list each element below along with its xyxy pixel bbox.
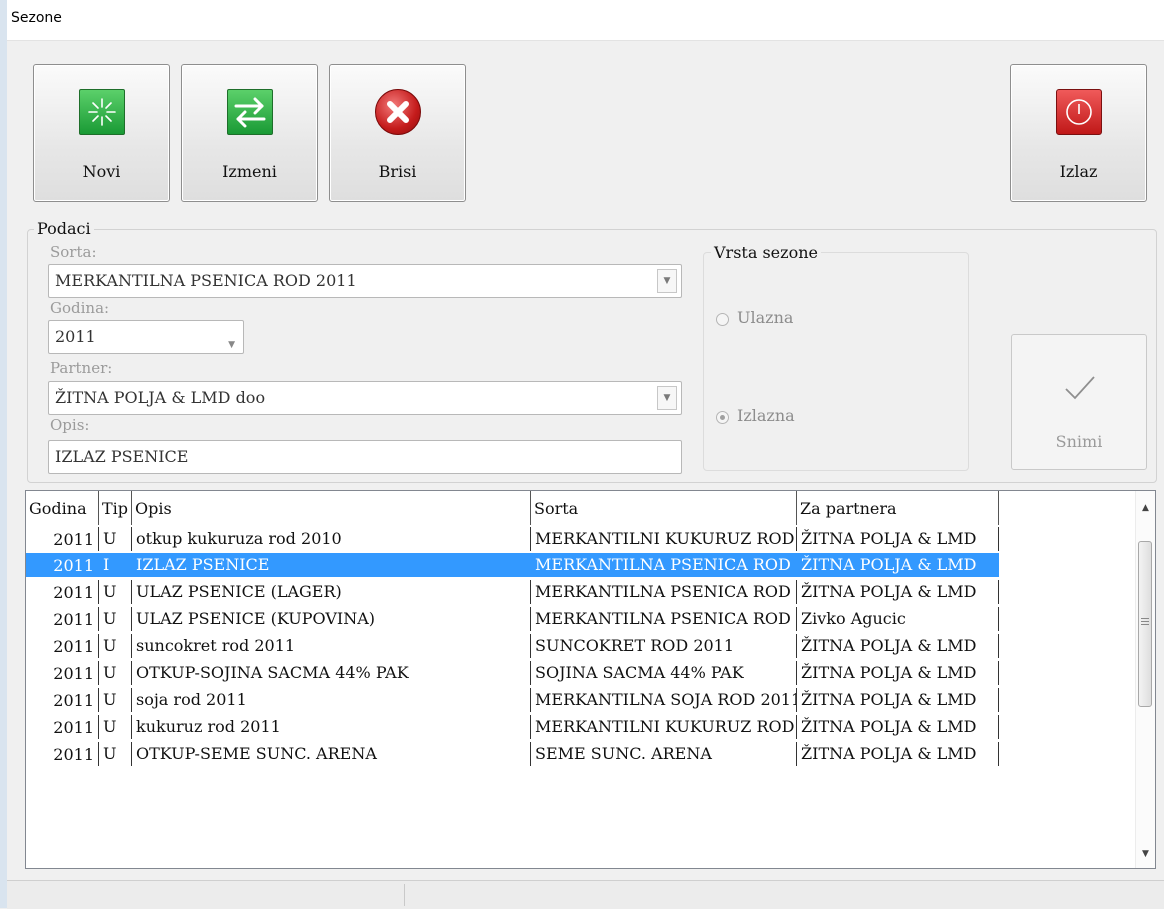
sezone-grid[interactable]: Godina Tip Opis Sorta Za partnera 2011 U… <box>25 490 1156 869</box>
izlazna-radio[interactable] <box>716 411 729 424</box>
cell-sorta: SUNCOKRET ROD 2011 <box>531 634 797 658</box>
chevron-down-icon[interactable]: ▼ <box>228 329 235 361</box>
cell-za-partnera: ŽITNA POLJA & LMD <box>797 634 999 658</box>
izmeni-button[interactable]: Izmeni <box>181 64 318 202</box>
cell-godina: 2011 <box>26 607 99 631</box>
cell-za-partnera: ŽITNA POLJA & LMD <box>797 661 999 685</box>
power-exit-icon <box>1055 89 1102 135</box>
cell-za-partnera: ŽITNA POLJA & LMD <box>797 580 999 604</box>
izlaz-button[interactable]: Izlaz <box>1010 64 1147 202</box>
opis-label: Opis: <box>50 416 90 434</box>
izmeni-label: Izmeni <box>222 162 277 181</box>
cell-godina: 2011 <box>26 661 99 685</box>
checkmark-icon <box>1065 376 1095 400</box>
cell-za-partnera: Zivko Agucic <box>797 607 999 631</box>
opis-value: IZLAZ PSENICE <box>55 447 189 466</box>
cell-godina: 2011 <box>26 715 99 739</box>
cell-tip: U <box>99 688 132 712</box>
scroll-up-icon[interactable]: ▲ <box>1136 503 1155 513</box>
status-divider <box>404 884 405 906</box>
cell-sorta: SEME SUNC. ARENA <box>531 742 797 766</box>
sorta-dropdown[interactable]: MERKANTILNA PSENICA ROD 2011 ▼ <box>48 264 682 298</box>
brisi-label: Brisi <box>378 162 417 181</box>
ulazna-label: Ulazna <box>737 308 794 327</box>
brisi-button[interactable]: Brisi <box>329 64 466 202</box>
cell-opis: OTKUP-SOJINA SACMA 44% PAK <box>132 661 531 685</box>
novi-button[interactable]: Novi <box>33 64 170 202</box>
cell-za-partnera: ŽITNA POLJA & LMD <box>797 688 999 712</box>
cell-tip: U <box>99 527 132 551</box>
novi-label: Novi <box>82 162 121 181</box>
partner-label: Partner: <box>50 359 113 377</box>
godina-value: 2011 <box>55 327 96 346</box>
cell-opis: suncokret rod 2011 <box>132 634 531 658</box>
cell-godina: 2011 <box>26 527 99 551</box>
cell-opis: ULAZ PSENICE (LAGER) <box>132 580 531 604</box>
chevron-down-icon[interactable]: ▼ <box>657 269 677 293</box>
cell-sorta: SOJINA SACMA 44% PAK <box>531 661 797 685</box>
cell-sorta: MERKANTILNA PSENICA ROD <box>531 553 797 577</box>
scroll-down-icon[interactable]: ▼ <box>1136 849 1155 859</box>
col-header-tip[interactable]: Tip <box>99 491 132 525</box>
status-bar <box>7 880 1164 909</box>
cell-tip: U <box>99 607 132 631</box>
cell-za-partnera: ŽITNA POLJA & LMD <box>797 715 999 739</box>
cell-godina: 2011 <box>26 634 99 658</box>
cell-tip: I <box>99 553 132 577</box>
izlaz-label: Izlaz <box>1059 162 1098 181</box>
vertical-scrollbar[interactable]: ▲ ▼ <box>1135 491 1155 868</box>
scrollbar-thumb[interactable] <box>1138 541 1152 707</box>
col-header-opis[interactable]: Opis <box>132 491 531 525</box>
cell-tip: U <box>99 715 132 739</box>
cell-opis: otkup kukuruza rod 2010 <box>132 527 531 551</box>
cell-tip: U <box>99 634 132 658</box>
ulazna-radio[interactable] <box>716 313 729 326</box>
izlazna-label: Izlazna <box>737 406 795 425</box>
title-bar: Sezone <box>7 0 1164 41</box>
chevron-down-icon[interactable]: ▼ <box>657 386 677 410</box>
cell-tip: U <box>99 742 132 766</box>
delete-x-icon <box>374 89 421 135</box>
cell-sorta: MERKANTILNI KUKURUZ ROD <box>531 527 797 551</box>
sorta-label: Sorta: <box>50 243 97 261</box>
sparkle-new-icon <box>78 89 125 135</box>
window-title: Sezone <box>11 10 62 26</box>
cell-sorta: MERKANTILNA PSENICA ROD <box>531 580 797 604</box>
opis-input[interactable]: IZLAZ PSENICE <box>48 440 682 474</box>
col-header-za-partnera[interactable]: Za partnera <box>797 491 999 525</box>
cell-opis: kukuruz rod 2011 <box>132 715 531 739</box>
snimi-label: Snimi <box>1055 432 1103 451</box>
cell-sorta: MERKANTILNA PSENICA ROD <box>531 607 797 631</box>
cell-opis: OTKUP-SEME SUNC. ARENA <box>132 742 531 766</box>
sorta-value: MERKANTILNA PSENICA ROD 2011 <box>55 271 357 290</box>
cell-godina: 2011 <box>26 742 99 766</box>
cell-za-partnera: ŽITNA POLJA & LMD <box>797 527 999 551</box>
cell-opis: IZLAZ PSENICE <box>132 553 531 577</box>
partner-value: ŽITNA POLJA & LMD doo <box>55 388 266 407</box>
cell-opis: soja rod 2011 <box>132 688 531 712</box>
cell-tip: U <box>99 580 132 604</box>
col-header-godina[interactable]: Godina <box>26 491 99 525</box>
partner-dropdown[interactable]: ŽITNA POLJA & LMD doo ▼ <box>48 381 682 415</box>
vrsta-sezone-group <box>703 252 969 471</box>
cell-godina: 2011 <box>26 688 99 712</box>
cell-za-partnera: ŽITNA POLJA & LMD <box>797 553 999 577</box>
swap-arrows-icon <box>226 89 273 135</box>
cell-tip: U <box>99 661 132 685</box>
podaci-legend: Podaci <box>34 219 94 238</box>
vrsta-sezone-legend: Vrsta sezone <box>711 243 821 262</box>
cell-opis: ULAZ PSENICE (KUPOVINA) <box>132 607 531 631</box>
godina-label: Godina: <box>50 299 110 317</box>
col-header-sorta[interactable]: Sorta <box>531 491 797 525</box>
snimi-button[interactable]: Snimi <box>1011 334 1147 470</box>
cell-sorta: MERKANTILNI KUKURUZ ROD <box>531 715 797 739</box>
cell-sorta: MERKANTILNA SOJA ROD 2011 <box>531 688 797 712</box>
cell-godina: 2011 <box>26 580 99 604</box>
godina-dropdown[interactable]: 2011 ▼ <box>48 320 244 354</box>
window-left-edge <box>0 0 7 908</box>
cell-godina: 2011 <box>26 553 99 577</box>
cell-za-partnera: ŽITNA POLJA & LMD <box>797 742 999 766</box>
